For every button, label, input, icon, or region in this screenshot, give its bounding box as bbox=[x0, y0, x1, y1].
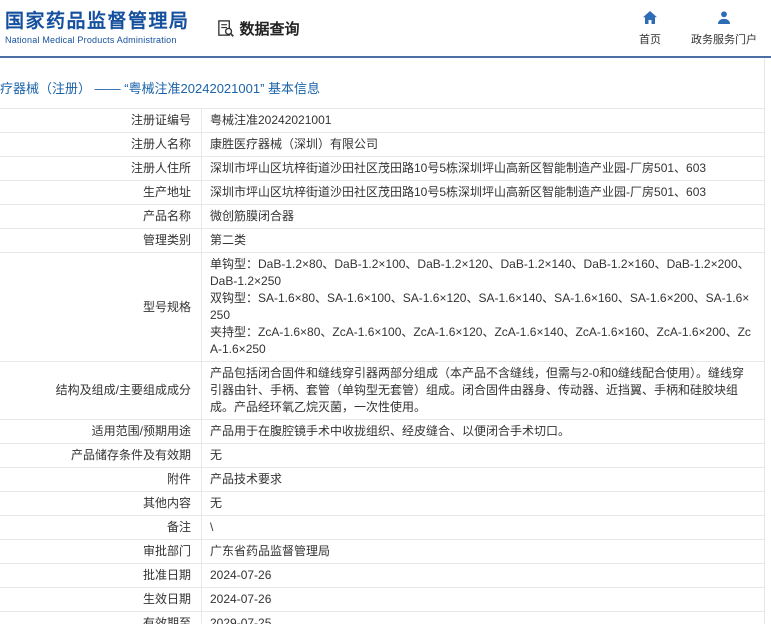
row-label: 型号规格 bbox=[0, 252, 202, 362]
row-value: 单钩型：DaB-1.2×80、DaB-1.2×100、DaB-1.2×120、D… bbox=[201, 252, 765, 362]
logo-title-en: National Medical Products Administration bbox=[5, 35, 177, 45]
table-row: 注册证编号 粤械注准20242021001 bbox=[0, 108, 765, 133]
row-value: 广东省药品监督管理局 bbox=[201, 539, 765, 564]
page: 国家药品监督管理局 National Medical Products Admi… bbox=[0, 0, 771, 624]
row-label: 生效日期 bbox=[0, 587, 202, 612]
nav-home-label: 首页 bbox=[639, 33, 661, 46]
data-query-label: 数据查询 bbox=[239, 20, 300, 38]
table-row: 批准日期 2024-07-26 bbox=[0, 563, 765, 588]
row-value: 无 bbox=[201, 443, 765, 468]
table-row: 产品储存条件及有效期 无 bbox=[0, 443, 765, 468]
header-nav: 首页 政务服务门户 bbox=[639, 10, 771, 47]
row-value: 产品技术要求 bbox=[201, 467, 765, 492]
row-value: 粤械注准20242021001 bbox=[201, 108, 765, 133]
table-row: 审批部门 广东省药品监督管理局 bbox=[0, 539, 765, 564]
row-label: 管理类别 bbox=[0, 228, 202, 253]
site-header: 国家药品监督管理局 National Medical Products Admi… bbox=[0, 0, 771, 58]
table-row: 产品名称 微创筋膜闭合器 bbox=[0, 204, 765, 229]
row-label: 生产地址 bbox=[0, 180, 202, 205]
table-row: 附件 产品技术要求 bbox=[0, 467, 765, 492]
home-icon bbox=[642, 10, 658, 29]
nav-data-query[interactable]: 数据查询 bbox=[216, 18, 300, 39]
registration-info-table: 注册证编号 粤械注准20242021001 注册人名称 康胜医疗器械（深圳）有限… bbox=[0, 108, 765, 624]
row-label: 结构及组成/主要组成成分 bbox=[0, 361, 202, 420]
nav-portal-label: 政务服务门户 bbox=[691, 33, 757, 46]
row-label: 注册证编号 bbox=[0, 108, 202, 133]
table-row: 生产地址 深圳市坪山区坑梓街道沙田社区茂田路10号5栋深圳坪山高新区智能制造产业… bbox=[0, 180, 765, 205]
row-label: 其他内容 bbox=[0, 491, 202, 516]
table-row: 生效日期 2024-07-26 bbox=[0, 587, 765, 612]
row-label: 批准日期 bbox=[0, 563, 202, 588]
nav-portal[interactable]: 政务服务门户 bbox=[691, 10, 757, 47]
row-label: 产品名称 bbox=[0, 204, 202, 229]
row-value: 康胜医疗器械（深圳）有限公司 bbox=[201, 132, 765, 157]
table-row: 备注 \ bbox=[0, 515, 765, 540]
row-value: 2029-07-25 bbox=[201, 611, 765, 624]
row-value: 产品包括闭合固件和缝线穿引器两部分组成（本产品不含缝线，但需与2-0和0缝线配合… bbox=[201, 361, 765, 420]
table-row: 其他内容 无 bbox=[0, 491, 765, 516]
user-icon bbox=[716, 10, 732, 29]
row-value: 深圳市坪山区坑梓街道沙田社区茂田路10号5栋深圳坪山高新区智能制造产业园-厂房5… bbox=[201, 180, 765, 205]
table-row: 管理类别 第二类 bbox=[0, 228, 765, 253]
row-label: 审批部门 bbox=[0, 539, 202, 564]
table-row: 适用范围/预期用途 产品用于在腹腔镜手术中收拢组织、经皮缝合、以便闭合手术切口。 bbox=[0, 419, 765, 444]
row-label: 适用范围/预期用途 bbox=[0, 419, 202, 444]
row-label: 产品储存条件及有效期 bbox=[0, 443, 202, 468]
row-value: 产品用于在腹腔镜手术中收拢组织、经皮缝合、以便闭合手术切口。 bbox=[201, 419, 765, 444]
content-right-border bbox=[764, 58, 765, 624]
table-row: 结构及组成/主要组成成分 产品包括闭合固件和缝线穿引器两部分组成（本产品不含缝线… bbox=[0, 361, 765, 420]
table-row: 型号规格 单钩型：DaB-1.2×80、DaB-1.2×100、DaB-1.2×… bbox=[0, 252, 765, 362]
row-value: 无 bbox=[201, 491, 765, 516]
row-label: 注册人名称 bbox=[0, 132, 202, 157]
row-value: 深圳市坪山区坑梓街道沙田社区茂田路10号5栋深圳坪山高新区智能制造产业园-厂房5… bbox=[201, 156, 765, 181]
row-value: 第二类 bbox=[201, 228, 765, 253]
row-value: 微创筋膜闭合器 bbox=[201, 204, 765, 229]
nav-home[interactable]: 首页 bbox=[639, 10, 661, 47]
row-value: 2024-07-26 bbox=[201, 587, 765, 612]
table-row: 注册人住所 深圳市坪山区坑梓街道沙田社区茂田路10号5栋深圳坪山高新区智能制造产… bbox=[0, 156, 765, 181]
row-label: 注册人住所 bbox=[0, 156, 202, 181]
row-value: 2024-07-26 bbox=[201, 563, 765, 588]
table-row: 注册人名称 康胜医疗器械（深圳）有限公司 bbox=[0, 132, 765, 157]
row-label: 附件 bbox=[0, 467, 202, 492]
table-row: 有效期至 2029-07-25 bbox=[0, 611, 765, 624]
page-title: 医疗器械（注册） —— “粤械注准20242021001” 基本信息 bbox=[0, 81, 321, 96]
row-label: 备注 bbox=[0, 515, 202, 540]
nmpa-logo[interactable]: 国家药品监督管理局 National Medical Products Admi… bbox=[0, 10, 190, 46]
data-query-icon bbox=[216, 19, 235, 38]
row-value: \ bbox=[201, 515, 765, 540]
row-label: 有效期至 bbox=[0, 611, 202, 624]
logo-title-cn: 国家药品监督管理局 bbox=[5, 11, 190, 32]
